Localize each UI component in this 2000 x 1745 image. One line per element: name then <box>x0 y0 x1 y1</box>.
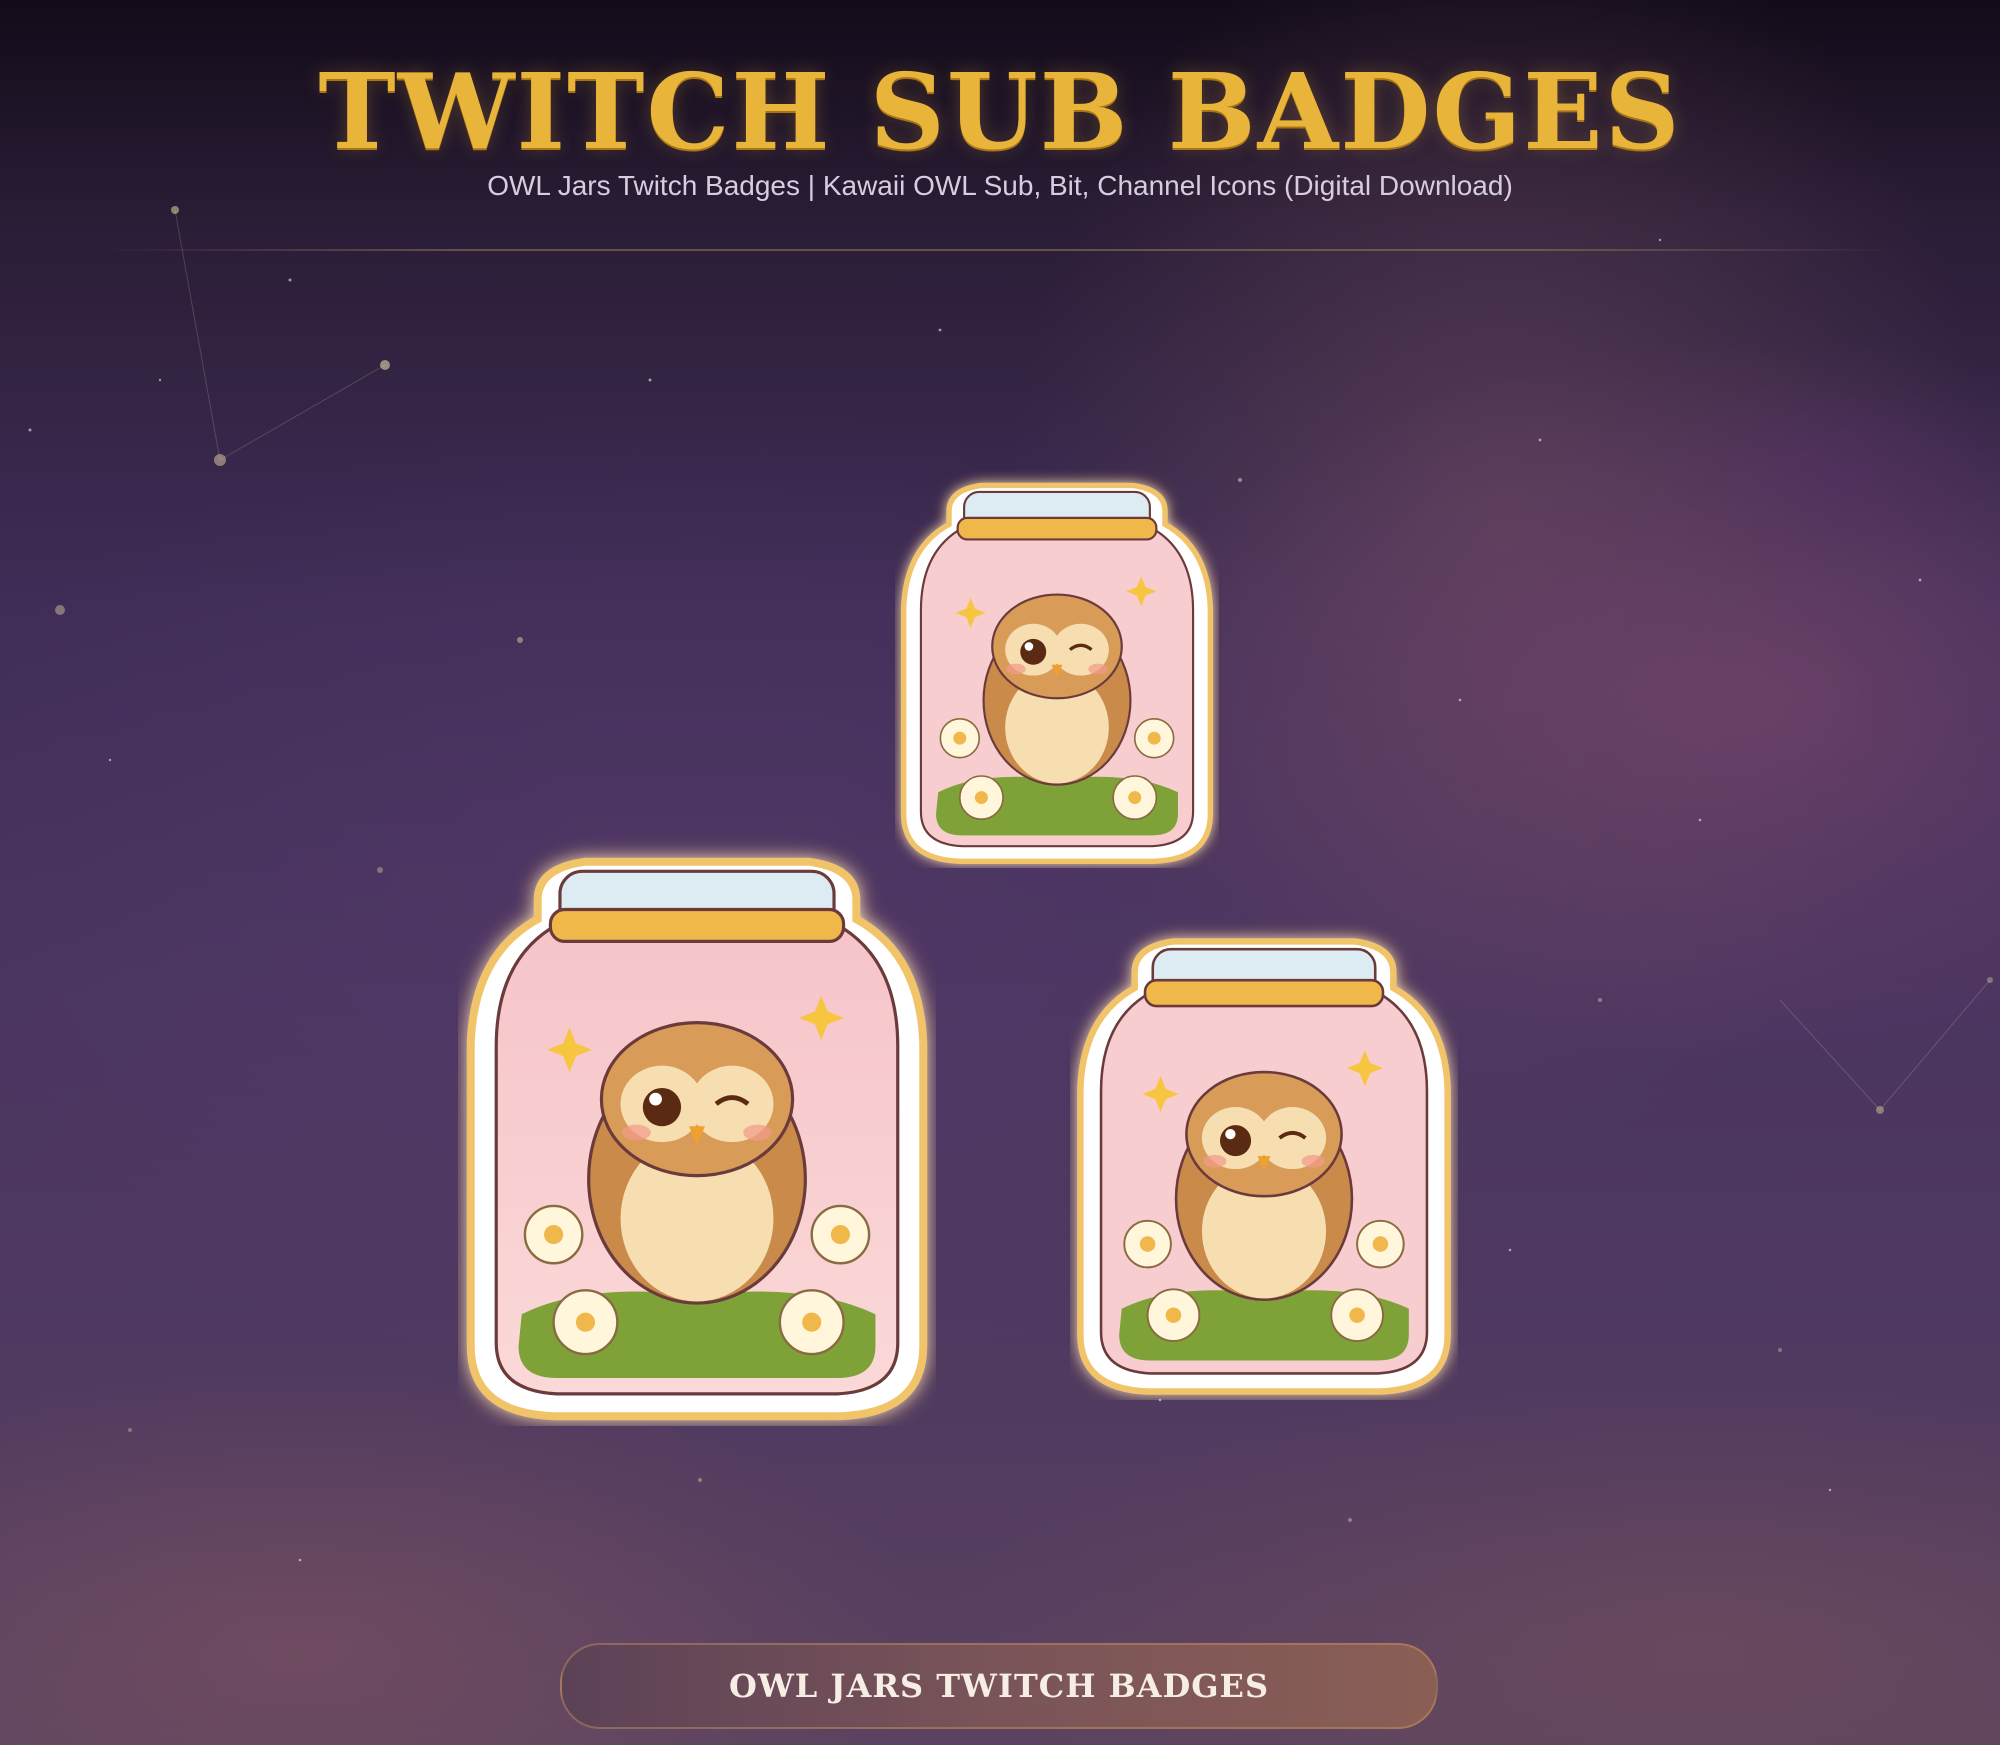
owl-jar-badge-large <box>458 836 936 1426</box>
owl-jar-icon <box>1077 938 1451 1395</box>
owl-jar-icon <box>466 857 928 1421</box>
page-subtitle: OWL Jars Twitch Badges | Kawaii OWL Sub,… <box>487 170 1513 201</box>
header-divider <box>100 249 1900 251</box>
page-header: TWITCH SUB BADGES OWL Jars Twitch Badges… <box>0 0 2000 250</box>
page-title: TWITCH SUB BADGES <box>318 50 1682 173</box>
footer-label: OWL JARS TWITCH BADGES <box>728 1667 1270 1705</box>
owl-jar-icon <box>900 482 1214 865</box>
owl-jar-badge-small <box>895 468 1219 868</box>
footer-banner: OWL JARS TWITCH BADGES <box>560 1643 1438 1729</box>
stars-decoration <box>28 206 1993 1562</box>
owl-jar-badge-medium <box>1070 920 1458 1400</box>
